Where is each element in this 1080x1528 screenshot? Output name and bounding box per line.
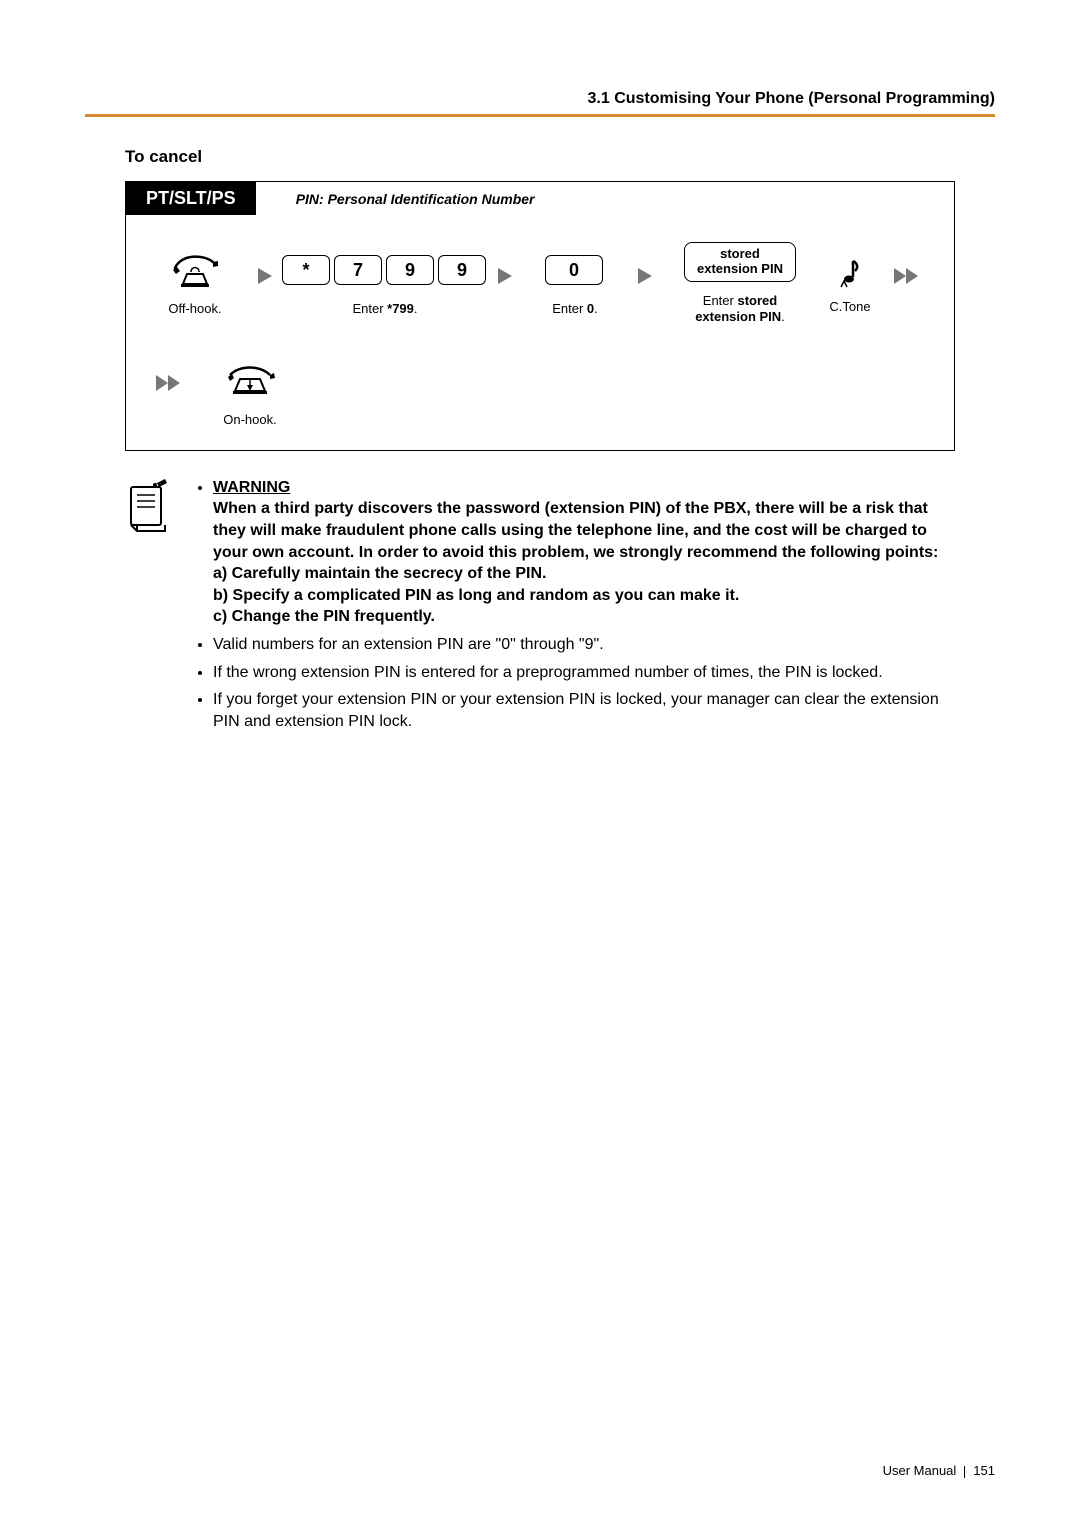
- key-star: *: [282, 255, 330, 285]
- key-7: 7: [334, 255, 382, 285]
- page-header: 3.1 Customising Your Phone (Personal Pro…: [85, 90, 995, 108]
- arrow-icon: [256, 266, 274, 286]
- procedure-box: PT/SLT/PS PIN: Personal Identification N…: [125, 181, 955, 451]
- stored-pin-box: stored extension PIN: [684, 237, 796, 287]
- page-footer: User Manual151: [883, 1463, 995, 1478]
- key-0: 0: [545, 255, 603, 285]
- onhook-icon: [220, 356, 280, 406]
- double-arrow-icon: [892, 266, 922, 286]
- enter-799-caption: Enter **799799.: [352, 301, 417, 317]
- key-9: 9: [386, 255, 434, 285]
- arrow-icon: [496, 266, 514, 286]
- offhook-icon: [167, 245, 223, 295]
- ctone-icon: [835, 249, 865, 299]
- ctone-caption: C.Tone: [829, 299, 870, 314]
- note-icon: [125, 477, 195, 739]
- key-0-area: 0: [545, 245, 605, 295]
- onhook-caption: On-hook.: [223, 412, 276, 428]
- enter-0-caption: Enter 0.: [552, 301, 598, 317]
- notes-text: WARNING When a third party discovers the…: [195, 477, 955, 739]
- keys-799: * 7 9 9: [282, 245, 488, 295]
- double-arrow-icon: [154, 373, 184, 393]
- phone-type-badge: PT/SLT/PS: [126, 182, 256, 215]
- arrow-icon: [636, 266, 654, 286]
- section-title: To cancel: [125, 147, 995, 167]
- header-rule: [85, 114, 995, 117]
- pin-abbrev-note: PIN: Personal Identification Number: [296, 191, 535, 207]
- key-9: 9: [438, 255, 486, 285]
- offhook-caption: Off-hook.: [168, 301, 221, 317]
- enter-stored-caption: Enter stored extension PIN.: [695, 293, 785, 326]
